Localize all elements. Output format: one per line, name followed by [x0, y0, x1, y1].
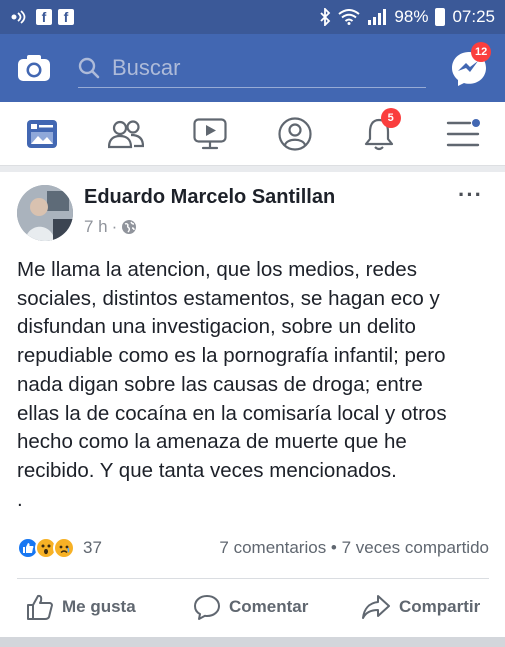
menu-icon	[446, 118, 480, 146]
reaction-count: 37	[83, 538, 102, 557]
battery-percent: 98%	[394, 7, 429, 26]
bluetooth-icon	[320, 8, 331, 26]
signal-cast-icon	[11, 10, 26, 24]
globe-icon	[122, 220, 137, 234]
notifications-badge: 5	[380, 107, 401, 128]
status-left: f f	[10, 9, 74, 25]
share-label: Compartir	[399, 597, 481, 616]
tab-menu[interactable]	[433, 104, 493, 164]
post-more-button[interactable]: ···	[458, 182, 483, 208]
battery-icon	[435, 8, 446, 26]
reactions-summary[interactable]: 37 7 comentarios • 7 veces compartido	[17, 536, 489, 560]
reaction-icons	[17, 537, 75, 559]
comments-shares-count[interactable]: 7 comentarios • 7 veces compartido	[219, 538, 489, 558]
tab-profile[interactable]	[265, 104, 325, 164]
clock: 07:25	[452, 7, 495, 26]
post-text: Me llama la atencion, que los medios, re…	[17, 258, 447, 511]
share-button[interactable]: Compartir	[361, 593, 480, 621]
comment-icon	[194, 595, 220, 620]
facebook-notification-icon: f	[36, 9, 52, 25]
tab-news-feed[interactable]	[12, 104, 72, 164]
sad-reaction-icon	[53, 537, 75, 559]
like-icon	[27, 594, 53, 620]
post-author[interactable]: Eduardo Marcelo Santillan	[84, 186, 335, 209]
camera-button[interactable]	[14, 48, 54, 88]
video-icon	[193, 117, 227, 149]
status-right: 98% 07:25	[319, 7, 495, 27]
post-meta: 7 h ·	[84, 217, 137, 237]
like-button[interactable]: Me gusta	[26, 593, 136, 621]
facebook-notification-icon: f	[58, 9, 74, 25]
post-actions: Me gusta Comentar Compartir	[0, 582, 505, 632]
camera-icon	[18, 55, 50, 81]
next-post-edge	[0, 637, 505, 647]
tab-watch[interactable]	[180, 104, 240, 164]
avatar-photo	[17, 185, 73, 241]
search-icon	[78, 57, 100, 78]
like-label: Me gusta	[62, 597, 136, 616]
tab-bar: 5	[0, 102, 505, 166]
tab-notifications[interactable]: 5	[349, 104, 409, 164]
search-header: Buscar 12	[0, 34, 505, 102]
comment-button[interactable]: Comentar	[193, 593, 308, 621]
status-bar: f f 98% 07:25	[0, 0, 505, 34]
post-divider	[17, 578, 489, 579]
messenger-button[interactable]: 12	[449, 42, 492, 88]
post-card: Eduardo Marcelo Santillan 7 h · ··· Me l…	[0, 172, 505, 637]
share-icon	[362, 595, 390, 619]
search-input[interactable]: Buscar	[78, 48, 426, 88]
tab-friends[interactable]	[96, 104, 156, 164]
news-feed-icon	[27, 119, 58, 148]
meta-separator: ·	[111, 217, 118, 236]
avatar[interactable]	[17, 185, 73, 241]
post-time[interactable]: 7 h	[84, 217, 108, 237]
cell-signal-icon	[368, 9, 387, 25]
search-placeholder: Buscar	[112, 54, 181, 80]
profile-icon	[277, 116, 312, 151]
friends-icon	[108, 119, 145, 148]
comment-label: Comentar	[229, 597, 309, 616]
wifi-icon	[338, 9, 361, 25]
